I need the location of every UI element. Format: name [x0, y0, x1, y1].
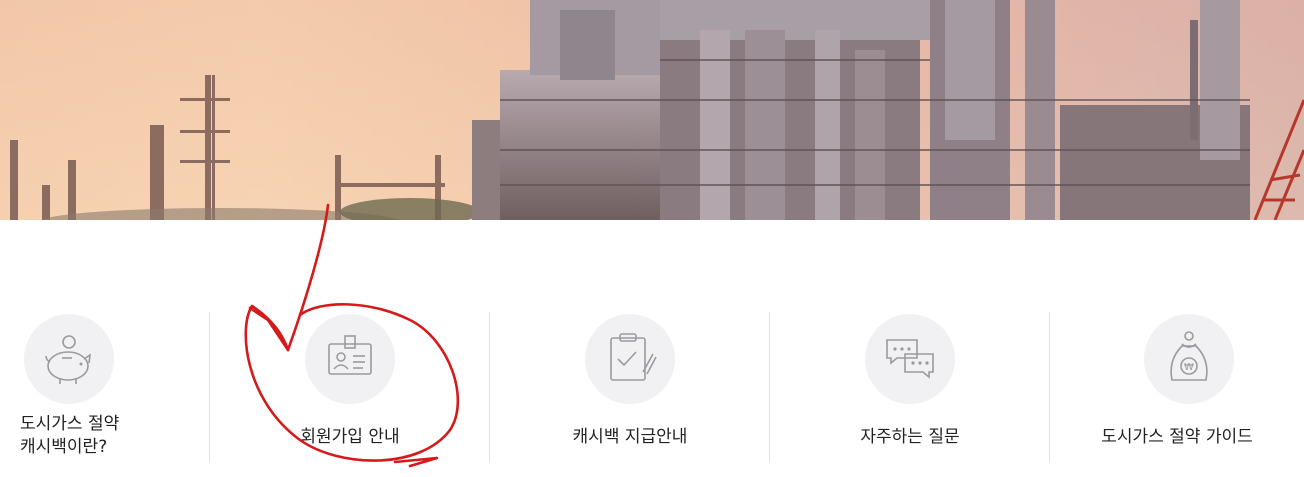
hero-image — [0, 0, 1304, 220]
money-bag-icon: ₩ — [1144, 314, 1234, 404]
member-card-icon — [305, 314, 395, 404]
menu-item-signup-guide[interactable]: 회원가입 안내 — [210, 312, 490, 466]
menu-label-line1: 도시가스 절약 — [20, 414, 120, 434]
piggy-bank-icon — [24, 314, 114, 404]
menu-label-line2: 캐시백이란? — [20, 437, 108, 457]
menu-label: 자주하는 질문 — [860, 427, 960, 447]
menu-label: 도시가스 절약 가이드 — [1101, 427, 1253, 447]
menu-label: 회원가입 안내 — [300, 427, 400, 447]
menu-item-cashback-payment[interactable]: 캐시백 지급안내 — [490, 312, 770, 466]
quick-menu: 도시가스 절약 캐시백이란? 회원가입 안내 캐시백 지급안내 자주하는 질문 … — [0, 312, 1304, 466]
hero-banner — [0, 0, 1304, 220]
menu-item-cashback-intro[interactable]: 도시가스 절약 캐시백이란? — [0, 312, 210, 466]
menu-item-saving-guide[interactable]: ₩ 도시가스 절약 가이드 — [1050, 312, 1304, 466]
chat-bubbles-icon — [865, 314, 955, 404]
menu-label: 도시가스 절약 캐시백이란? — [20, 413, 210, 459]
clipboard-check-icon — [585, 314, 675, 404]
menu-item-faq[interactable]: 자주하는 질문 — [770, 312, 1050, 466]
svg-text:₩: ₩ — [1184, 362, 1194, 373]
menu-label: 캐시백 지급안내 — [572, 427, 688, 447]
